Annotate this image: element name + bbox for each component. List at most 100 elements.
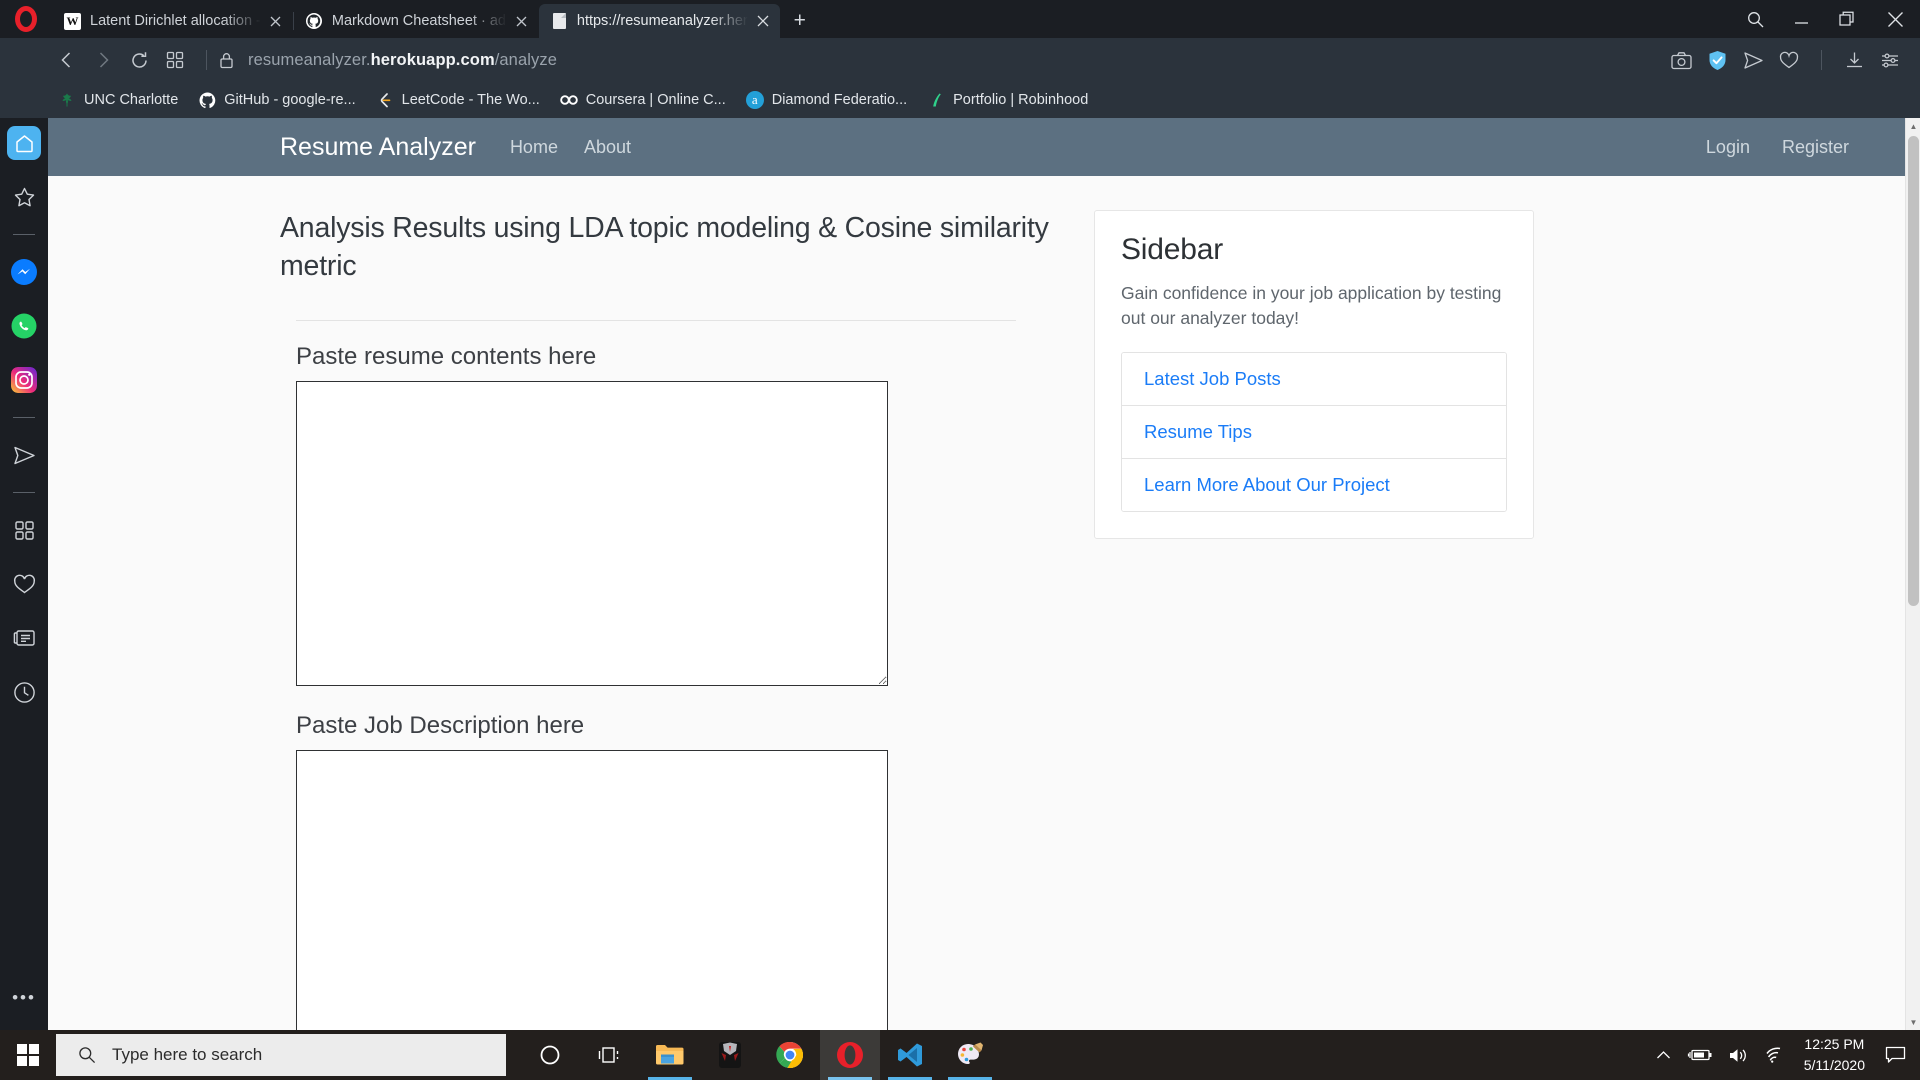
taskbar-search-placeholder: Type here to search xyxy=(112,1045,262,1065)
tab-close-icon[interactable] xyxy=(752,10,774,32)
taskbar-search-input[interactable]: Type here to search xyxy=(56,1034,506,1076)
tab-close-icon[interactable] xyxy=(265,10,287,32)
taskbar-app-chrome[interactable] xyxy=(760,1030,820,1080)
bookmark-unc-charlotte[interactable]: UNC Charlotte xyxy=(48,87,188,113)
opera-icon xyxy=(836,1041,864,1069)
nav-link-about[interactable]: About xyxy=(584,137,631,158)
scroll-down-arrow-icon[interactable]: ▼ xyxy=(1906,1014,1920,1030)
page-scrollbar[interactable]: ▲ ▼ xyxy=(1905,118,1920,1030)
shield-check-icon[interactable] xyxy=(1701,44,1733,76)
taskbar-app-predator-sense[interactable] xyxy=(700,1030,760,1080)
notification-icon[interactable] xyxy=(1879,1030,1912,1080)
vscode-icon xyxy=(896,1041,924,1069)
sidebar-divider-3 xyxy=(13,492,35,493)
windows-start-icon[interactable] xyxy=(0,1030,56,1080)
nav-link-login[interactable]: Login xyxy=(1706,137,1750,158)
taskbar-time: 12:25 PM xyxy=(1804,1034,1864,1055)
url-field[interactable]: resumeanalyzer.herokuapp.com/analyze xyxy=(219,43,1665,77)
taskbar-clock[interactable]: 12:25 PM 5/11/2020 xyxy=(1792,1030,1877,1080)
sidebar-link-list: Latest Job Posts Resume Tips Learn More … xyxy=(1121,352,1507,512)
tab-overview-icon[interactable] xyxy=(158,43,192,77)
instagram-icon xyxy=(11,367,37,393)
tab-title: Markdown Cheatsheet · ada xyxy=(332,13,507,29)
sidebar-item-home[interactable] xyxy=(7,126,41,160)
list-item[interactable]: Learn More About Our Project xyxy=(1122,459,1506,511)
back-arrow-icon[interactable] xyxy=(50,43,84,77)
sidebar-item-telegram[interactable] xyxy=(7,438,41,472)
new-tab-button[interactable]: + xyxy=(780,4,820,38)
sidebar-item-favorites[interactable] xyxy=(7,567,41,601)
site-navbar: Resume Analyzer Home About Login Registe… xyxy=(48,118,1905,176)
browser-tab-2[interactable]: Markdown Cheatsheet · ada xyxy=(294,4,539,38)
taskbar-app-opera[interactable] xyxy=(820,1030,880,1080)
sidebar-item-messenger[interactable] xyxy=(7,255,41,289)
list-item[interactable]: Resume Tips xyxy=(1122,406,1506,459)
settings-sliders-icon[interactable] xyxy=(1874,44,1906,76)
scroll-up-arrow-icon[interactable]: ▲ xyxy=(1906,118,1920,134)
nav-link-home[interactable]: Home xyxy=(510,137,558,158)
opera-logo-icon[interactable] xyxy=(0,0,52,38)
sidebar-heading: Sidebar xyxy=(1121,233,1507,267)
taskbar-app-cortana[interactable] xyxy=(520,1030,580,1080)
nav-link-register[interactable]: Register xyxy=(1782,137,1849,158)
wifi-icon[interactable] xyxy=(1758,1030,1790,1080)
opera-browser-window: W Latent Dirichlet allocation - Markdown… xyxy=(0,0,1920,1030)
download-icon[interactable] xyxy=(1838,44,1870,76)
camera-icon[interactable] xyxy=(1665,44,1697,76)
bookmark-coursera[interactable]: Coursera | Online C... xyxy=(550,87,736,113)
taskbar-date: 5/11/2020 xyxy=(1804,1055,1865,1076)
sidebar-link-learn-more[interactable]: Learn More About Our Project xyxy=(1144,474,1390,495)
sidebar-item-history[interactable] xyxy=(7,675,41,709)
chevron-up-icon[interactable] xyxy=(1649,1030,1679,1080)
search-icon xyxy=(78,1046,96,1064)
browser-tab-1[interactable]: W Latent Dirichlet allocation - xyxy=(52,4,293,38)
resume-textarea[interactable] xyxy=(296,381,888,686)
url-text: resumeanalyzer.herokuapp.com/analyze xyxy=(248,51,557,70)
job-description-textarea[interactable] xyxy=(296,750,888,1030)
bookmark-robinhood[interactable]: Portfolio | Robinhood xyxy=(917,87,1098,113)
sidebar-link-latest-job-posts[interactable]: Latest Job Posts xyxy=(1144,368,1281,389)
sidebar-item-speed-dial[interactable] xyxy=(7,513,41,547)
restore-icon[interactable] xyxy=(1824,0,1870,38)
taskbar-app-paint3d[interactable] xyxy=(940,1030,1000,1080)
sidebar-link-resume-tips[interactable]: Resume Tips xyxy=(1144,421,1252,442)
volume-icon[interactable] xyxy=(1722,1030,1756,1080)
bookmark-label: GitHub - google-re... xyxy=(224,92,355,108)
browser-toolbar-icons xyxy=(1665,44,1906,76)
job-description-label: Paste Job Description here xyxy=(296,712,1050,740)
list-item[interactable]: Latest Job Posts xyxy=(1122,353,1506,406)
page-viewport: Resume Analyzer Home About Login Registe… xyxy=(48,118,1920,1030)
search-icon[interactable] xyxy=(1732,0,1778,38)
bookmark-github[interactable]: GitHub - google-re... xyxy=(188,87,365,113)
screen: W Latent Dirichlet allocation - Markdown… xyxy=(0,0,1920,1080)
sidebar-item-star[interactable] xyxy=(7,180,41,214)
address-bar: resumeanalyzer.herokuapp.com/analyze xyxy=(0,38,1920,82)
taskbar-app-vscode[interactable] xyxy=(880,1030,940,1080)
taskbar-app-file-explorer[interactable] xyxy=(640,1030,700,1080)
tab-close-icon[interactable] xyxy=(511,10,533,32)
url-prefix: resumeanalyzer. xyxy=(248,51,371,69)
url-host: herokuapp.com xyxy=(371,51,495,69)
sidebar-divider-2 xyxy=(13,417,35,418)
lock-icon xyxy=(219,52,234,69)
taskbar-apps xyxy=(520,1030,1000,1080)
browser-tab-3[interactable]: https://resumeanalyzer.her xyxy=(539,4,780,38)
scrollbar-thumb[interactable] xyxy=(1908,136,1919,606)
sidebar-item-news[interactable] xyxy=(7,621,41,655)
bookmark-diamond-federation[interactable]: a Diamond Federatio... xyxy=(736,87,917,113)
bookmark-leetcode[interactable]: LeetCode - The Wo... xyxy=(366,87,550,113)
close-icon[interactable] xyxy=(1870,0,1920,38)
sidebar-more-button[interactable]: ••• xyxy=(12,988,36,1008)
sidebar-item-instagram[interactable] xyxy=(7,363,41,397)
sidebar-item-whatsapp[interactable] xyxy=(7,309,41,343)
taskbar-app-task-view[interactable] xyxy=(580,1030,640,1080)
site-brand[interactable]: Resume Analyzer xyxy=(280,133,476,162)
minimize-icon[interactable] xyxy=(1778,0,1824,38)
reload-icon[interactable] xyxy=(122,43,156,77)
battery-charging-icon[interactable] xyxy=(1681,1030,1720,1080)
heart-icon[interactable] xyxy=(1773,44,1805,76)
sidebar-card: Sidebar Gain confidence in your job appl… xyxy=(1094,210,1534,539)
send-icon[interactable] xyxy=(1737,44,1769,76)
wikipedia-icon: W xyxy=(64,13,81,30)
github-icon xyxy=(198,91,216,109)
